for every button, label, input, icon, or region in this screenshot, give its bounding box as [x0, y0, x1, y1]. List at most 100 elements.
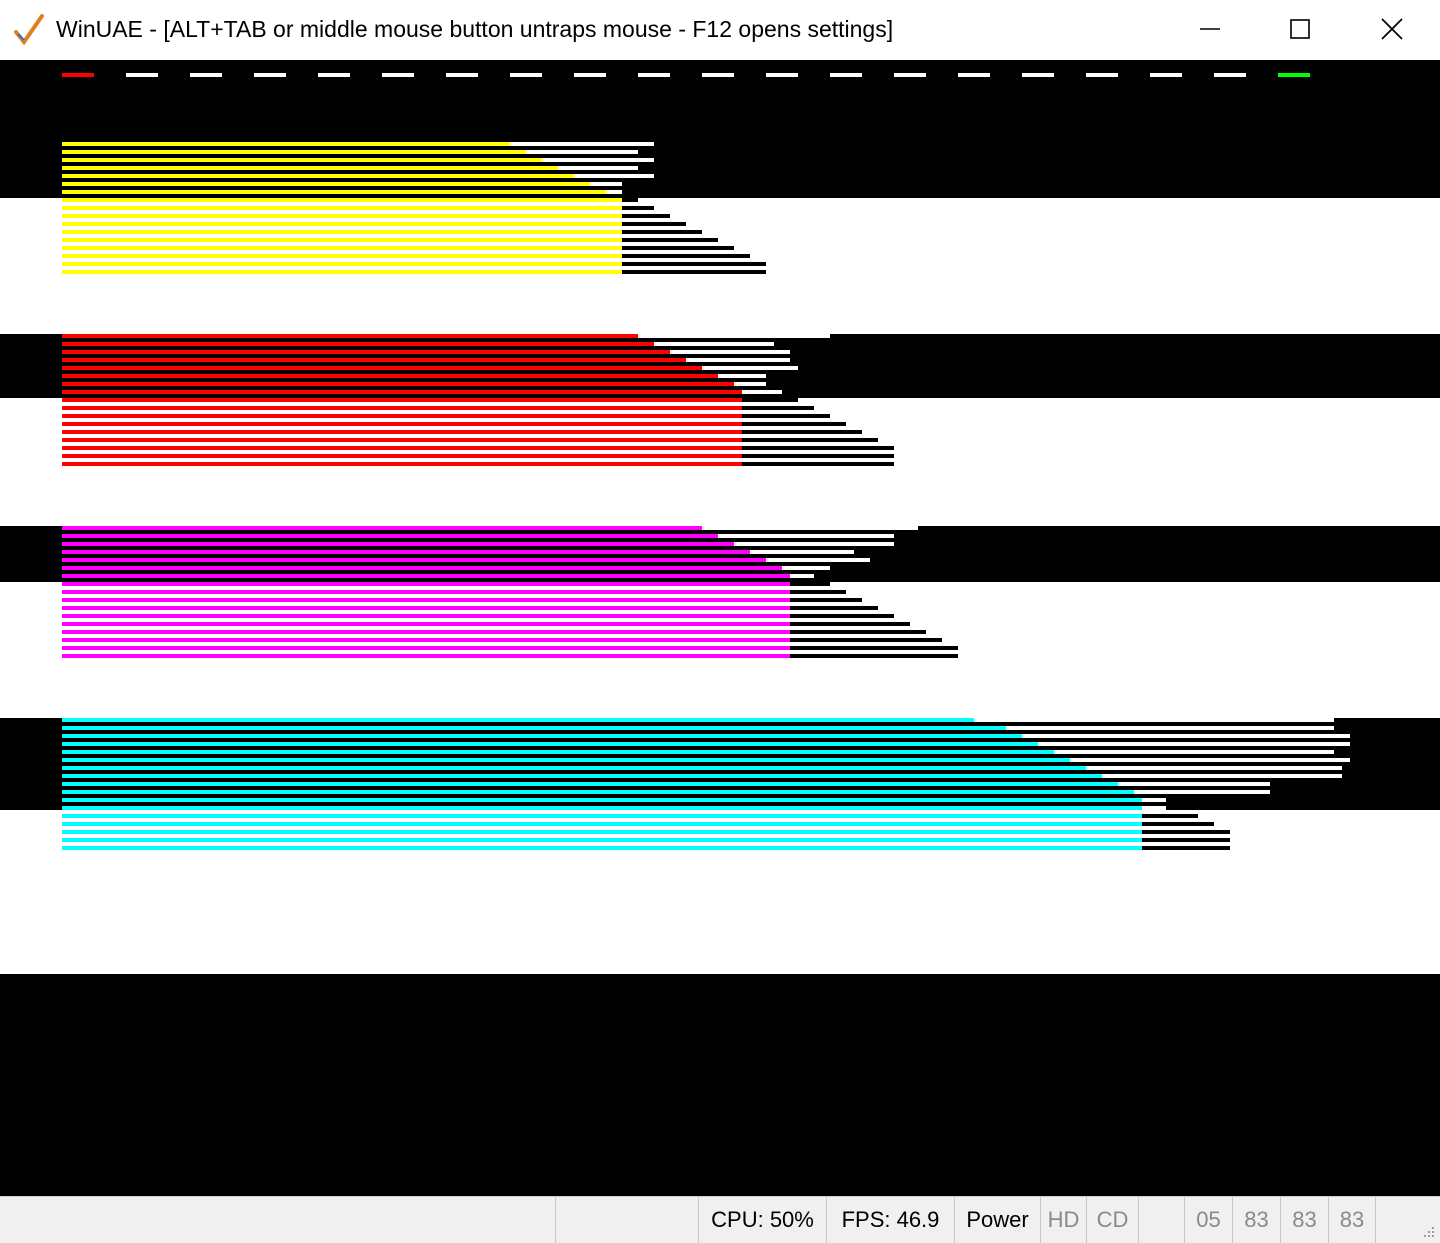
bar-tail	[790, 614, 894, 618]
bar-tail	[734, 382, 766, 386]
bar-line	[62, 838, 1142, 842]
bar-tail	[622, 246, 734, 250]
bar-line	[62, 334, 638, 338]
fps-indicator: FPS: 46.9	[826, 1197, 954, 1243]
bar-tail	[790, 606, 878, 610]
bar-tail	[1038, 742, 1350, 746]
indicator-dash	[190, 73, 222, 77]
bar-line	[62, 366, 702, 370]
bar-tail	[1086, 766, 1342, 770]
indicator-dash	[62, 73, 94, 77]
bar-line	[62, 390, 742, 394]
window-title: WinUAE - [ALT+TAB or middle mouse button…	[56, 16, 894, 42]
resize-grip-icon[interactable]	[1420, 1223, 1436, 1239]
bar-line	[62, 758, 1070, 762]
bar-line	[62, 398, 742, 402]
bar-tail	[510, 142, 654, 146]
bar-tail	[1142, 798, 1166, 802]
minimize-button[interactable]	[1165, 0, 1255, 58]
status-empty-cell	[555, 1197, 698, 1243]
indicator-dash	[510, 73, 542, 77]
close-icon	[1381, 18, 1403, 40]
bar-tail	[742, 414, 830, 418]
minimize-icon	[1200, 28, 1220, 30]
bar-line	[62, 630, 790, 634]
bar-line	[62, 174, 574, 178]
bar-line	[62, 414, 742, 418]
bar-tail	[734, 542, 894, 546]
bar-tail	[742, 398, 798, 402]
bar-tail	[574, 174, 654, 178]
bar-line	[62, 254, 622, 258]
bar-line	[62, 814, 1142, 818]
bar-line	[62, 790, 1134, 794]
bar-tail	[750, 550, 854, 554]
bar-tail	[790, 646, 958, 650]
indicator-dash	[254, 73, 286, 77]
bar-line	[62, 190, 606, 194]
bar-tail	[790, 574, 814, 578]
maximize-button[interactable]	[1255, 0, 1345, 58]
bar-line	[62, 774, 1102, 778]
bar-tail	[590, 182, 622, 186]
bar-line	[62, 726, 1006, 730]
bar-line	[62, 646, 790, 650]
bar-tail	[622, 238, 718, 242]
bar-tail	[790, 638, 942, 642]
indicator-dash	[766, 73, 798, 77]
bar-line	[62, 222, 622, 226]
bar-line	[62, 798, 1142, 802]
indicator-dash	[1086, 73, 1118, 77]
emulator-display[interactable]	[0, 60, 1440, 1196]
bar-tail	[606, 190, 622, 194]
bar-tail	[702, 526, 918, 530]
bar-line	[62, 142, 510, 146]
bar-tail	[790, 630, 926, 634]
drive-df3: 83	[1328, 1197, 1376, 1243]
indicator-dash	[382, 73, 414, 77]
bar-tail	[526, 150, 638, 154]
bar-tail	[742, 454, 894, 458]
bar-tail	[558, 166, 638, 170]
indicator-dash	[830, 73, 862, 77]
bar-line	[62, 422, 742, 426]
bar-line	[62, 462, 742, 466]
bar-tail	[622, 254, 750, 258]
bar-line	[62, 198, 622, 202]
bar-line	[62, 742, 1038, 746]
bar-line	[62, 382, 734, 386]
bar-line	[62, 430, 742, 434]
indicator-dash	[1214, 73, 1246, 77]
bar-line	[62, 350, 670, 354]
bar-line	[62, 590, 790, 594]
bar-line	[62, 542, 734, 546]
bar-line	[62, 166, 558, 170]
drive-df1: 83	[1232, 1197, 1280, 1243]
bar-tail	[742, 422, 846, 426]
drive-df2: 83	[1280, 1197, 1328, 1243]
bar-line	[62, 734, 1022, 738]
bar-tail	[622, 262, 766, 266]
cd-led: CD	[1086, 1197, 1138, 1243]
bar-line	[62, 374, 718, 378]
bar-tail	[718, 534, 894, 538]
bar-tail	[686, 358, 790, 362]
bar-tail	[1054, 750, 1334, 754]
bar-tail	[1142, 846, 1230, 850]
bar-tail	[1070, 758, 1350, 762]
bar-line	[62, 342, 654, 346]
bar-line	[62, 846, 1142, 850]
bar-tail	[766, 558, 870, 562]
indicator-dash	[1150, 73, 1182, 77]
bar-tail	[622, 198, 638, 202]
bar-tail	[790, 598, 862, 602]
bar-tail	[1134, 790, 1270, 794]
bar-line	[62, 558, 766, 562]
bar-tail	[742, 462, 894, 466]
bar-line	[62, 822, 1142, 826]
indicator-dash	[702, 73, 734, 77]
bar-tail	[542, 158, 654, 162]
title-bar[interactable]: WinUAE - [ALT+TAB or middle mouse button…	[0, 0, 1440, 60]
close-button[interactable]	[1347, 0, 1437, 58]
bar-line	[62, 238, 622, 242]
